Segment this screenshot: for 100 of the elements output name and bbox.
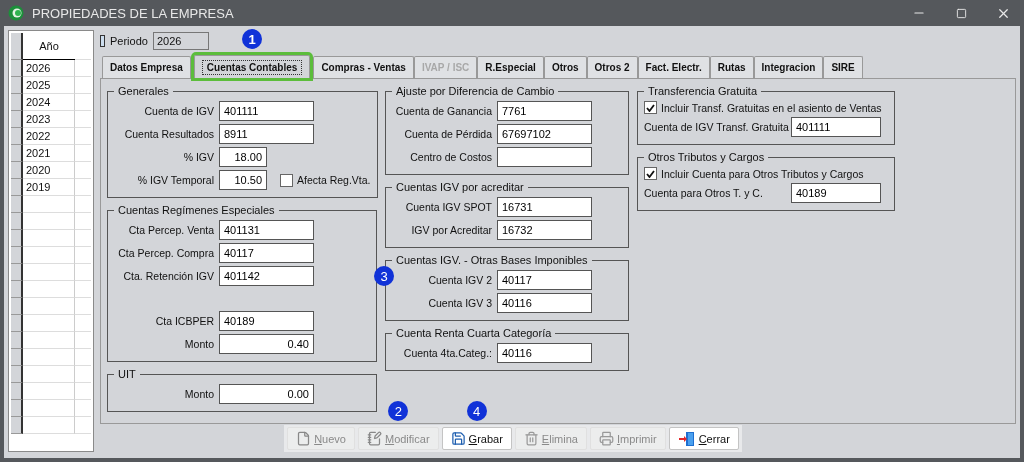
group-title: Cuentas Regímenes Especiales [117,204,276,216]
notebook-pencil-icon [366,431,382,446]
toolbar-button[interactable]: Cerrar [668,427,739,450]
grid-cell [23,230,75,247]
row-header[interactable] [11,179,23,196]
checkbox-label: Incluir Transf. Gratuitas en el asiento de Ventas [661,101,882,114]
field-label: Cta Percep. Venta [127,224,214,236]
tab[interactable]: Rutas [709,56,754,78]
input-field[interactable]: 18.00 [219,147,267,167]
tab[interactable]: Datos Empresa [102,56,191,78]
exit-door-icon [677,430,696,447]
row-header [11,349,23,366]
input-field[interactable] [497,147,592,167]
year-cell[interactable]: 2021 [23,145,75,162]
input-field[interactable]: 40189 [219,311,314,331]
row-header [11,213,23,230]
field-label: Cuenta para Otros T. y C. [644,187,764,199]
field-label: Cuenta IGV 2 [427,274,492,286]
year-cell[interactable]: 2020 [23,162,75,179]
field-label: Cuenta de Pérdida [403,128,492,140]
input-field[interactable]: 40116 [497,293,592,313]
field-label: % IGV [182,151,214,163]
row-header [11,332,23,349]
periodo-field: 2026 [152,32,209,50]
row-header [11,264,23,281]
row-header[interactable] [11,77,23,94]
callout-badge: 3 [374,266,394,286]
input-field[interactable]: 0.40 [219,334,314,354]
year-cell[interactable]: 2026 [23,60,75,77]
checkbox[interactable] [644,101,657,114]
input-field[interactable]: 67697102 [497,124,592,144]
grid-cell [23,332,75,349]
input-field[interactable]: 401111 [219,101,314,121]
checkbox[interactable] [644,167,657,180]
group-title: Cuenta Renta Cuarta Categoría [395,327,553,339]
grid-cell [23,281,75,298]
input-field[interactable]: 40117 [219,243,314,263]
printer-icon [598,431,614,446]
field-label: Cuenta 4ta.Categ.: [402,347,492,359]
group-title: Transferencia Gratuita [647,85,759,97]
input-field[interactable]: 40189 [791,183,881,203]
row-header [11,247,23,264]
row-header[interactable] [11,162,23,179]
row-header[interactable] [11,111,23,128]
maximize-icon [955,7,967,19]
checkbox[interactable] [280,173,293,187]
tab[interactable]: Compras - Ventas [313,56,414,78]
grid-cell [23,400,75,417]
field-label: Cta ICBPER [154,315,214,327]
input-field[interactable]: 16731 [497,197,592,217]
year-cell[interactable]: 2022 [23,128,75,145]
tab[interactable]: Otros [543,56,587,78]
input-field[interactable]: 10.50 [219,170,267,190]
field-label: Cta Percep. Compra [117,247,214,259]
grid-cell [23,315,75,332]
row-header [11,281,23,298]
tab[interactable]: Fact. Electr. [637,56,710,78]
year-cell[interactable]: 2023 [23,111,75,128]
input-field[interactable]: 40116 [497,343,592,363]
row-header[interactable] [11,145,23,162]
input-field[interactable]: 401142 [219,266,314,286]
input-field[interactable]: 0.00 [219,384,314,404]
year-cell[interactable]: 2025 [23,77,75,94]
tab[interactable]: R.Especial [477,56,544,78]
field-label: Cuenta de IGV [143,105,214,117]
row-header [11,400,23,417]
input-field[interactable]: 40117 [497,270,592,290]
tab[interactable]: SIRE [823,56,863,78]
group-title: Cuentas IGV. - Otras Bases Imponibles [395,254,589,266]
row-header[interactable] [11,128,23,145]
input-field[interactable]: 7761 [497,101,592,121]
tab[interactable]: Integracion [753,56,824,78]
field-label: Cuenta Resultados [123,128,214,140]
input-field[interactable]: 16732 [497,220,592,240]
callout-badge: 1 [242,29,263,49]
indicator-icon [100,35,105,47]
field-label: Cta. Retención IGV [122,270,214,282]
input-field[interactable]: 401111 [791,117,881,137]
input-field[interactable]: 8911 [219,124,314,144]
grid-cell [23,417,75,434]
row-header[interactable] [11,60,23,77]
grid-cell [23,264,75,281]
year-cell[interactable]: 2024 [23,94,75,111]
field-label: IGV por Acreditar [410,224,492,236]
tab[interactable]: Otros 2 [586,56,638,78]
grid-cell [23,247,75,264]
group-title: UIT [117,368,137,380]
grid-cell [23,366,75,383]
year-cell[interactable]: 2019 [23,179,75,196]
grid-cell [23,196,75,213]
group-title: Ajuste por Diferencia de Cambio [395,85,556,97]
grid-cell [23,383,75,400]
field-label: Cuenta IGV 3 [427,297,492,309]
group-title: Cuentas IGV por acreditar [395,181,525,193]
row-header[interactable] [11,94,23,111]
checkbox-label: Incluir Cuenta para Otros Tributos y Cargos [661,167,864,180]
input-field[interactable]: 401131 [219,220,314,240]
row-header [11,315,23,332]
field-label: Monto [183,388,214,400]
row-header [11,230,23,247]
